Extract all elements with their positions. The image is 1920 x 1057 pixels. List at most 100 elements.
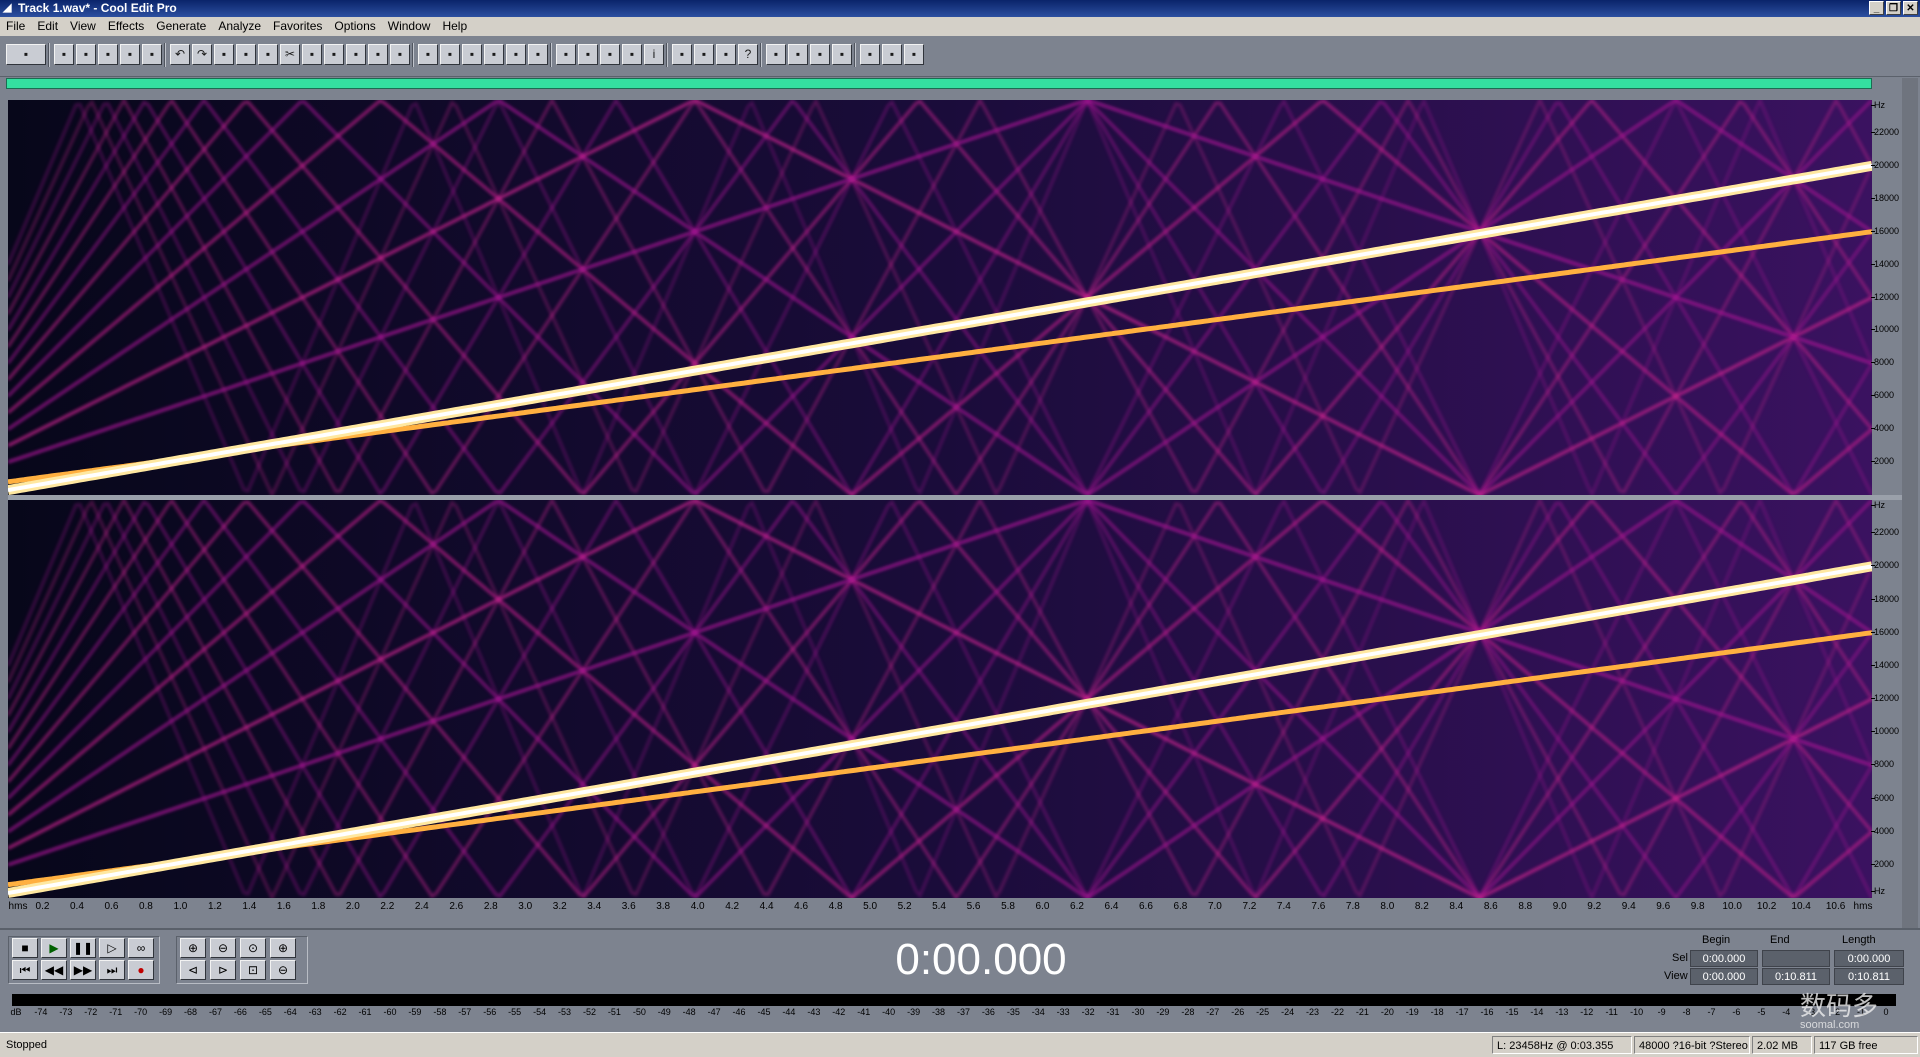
fast-forward-icon[interactable]: ▶▶ xyxy=(70,960,96,980)
paste-icon[interactable]: ▪ xyxy=(302,44,322,65)
time-tick-label: 9.8 xyxy=(1690,901,1705,912)
regions-icon[interactable]: ▪ xyxy=(788,44,808,65)
menu-file[interactable]: File xyxy=(0,17,31,36)
cut-icon[interactable]: ✂ xyxy=(280,44,300,65)
time-tick-label: 2.6 xyxy=(449,901,464,912)
paste-new-icon[interactable]: ▪ xyxy=(324,44,344,65)
meter-tick-label: -58 xyxy=(433,1007,447,1017)
menu-window[interactable]: Window xyxy=(382,17,437,36)
groups-icon[interactable]: ▪ xyxy=(810,44,830,65)
zoom-out-v-icon[interactable]: ⊖ xyxy=(270,960,296,980)
preferences-icon[interactable]: ▪ xyxy=(716,44,736,65)
menu-view[interactable]: View xyxy=(64,17,102,36)
dx-effects-icon[interactable]: ▪ xyxy=(694,44,714,65)
menu-favorites[interactable]: Favorites xyxy=(267,17,328,36)
batch-icon[interactable]: ▪ xyxy=(832,44,852,65)
restore-button[interactable]: ❐ xyxy=(1886,1,1901,15)
sel-length-field[interactable]: 0:00.000 xyxy=(1834,950,1904,967)
repeat-icon[interactable]: ▪ xyxy=(214,44,234,65)
zoom-left-icon[interactable]: ⊲ xyxy=(180,960,206,980)
zoom-full-icon[interactable]: ⊙ xyxy=(240,938,266,958)
menu-options[interactable]: Options xyxy=(328,17,381,36)
overview-bar[interactable] xyxy=(6,78,1872,89)
app-icon[interactable]: ◢ xyxy=(3,2,16,15)
zoom-out-h-icon[interactable]: ⊖ xyxy=(210,938,236,958)
display-both-icon[interactable]: ▪ xyxy=(528,44,548,65)
freq-tick-label: 12000 xyxy=(1870,291,1900,302)
meter-tick-label: -5 xyxy=(1757,1007,1766,1017)
hybrid-view-icon[interactable]: ▪ xyxy=(462,44,482,65)
go-start-icon[interactable]: ⏮ xyxy=(12,960,38,980)
save-icon[interactable]: ▪ xyxy=(98,44,118,65)
multitrack-view-icon[interactable]: ▪ xyxy=(6,44,46,65)
menu-effects[interactable]: Effects xyxy=(102,17,150,36)
spectral-view-left-channel[interactable] xyxy=(8,100,1872,495)
new-icon[interactable]: ▪ xyxy=(54,44,74,65)
sel-end-field[interactable] xyxy=(1762,950,1830,967)
play-icon[interactable]: ▶ xyxy=(41,938,67,958)
trim-icon[interactable]: ▪ xyxy=(390,44,410,65)
zoom-in-v-icon[interactable]: ⊕ xyxy=(270,938,296,958)
waveform-view-icon[interactable]: ▪ xyxy=(418,44,438,65)
meter-tick-label: -43 xyxy=(807,1007,821,1017)
save-all-icon[interactable]: ▪ xyxy=(120,44,140,65)
meter-tick-label: -17 xyxy=(1455,1007,1469,1017)
cue-list-icon[interactable]: ▪ xyxy=(600,44,620,65)
meter-tick-label: -57 xyxy=(458,1007,472,1017)
close-button[interactable]: ✕ xyxy=(1903,1,1918,15)
loop-icon[interactable]: ∞ xyxy=(128,938,154,958)
play-list-icon[interactable]: ▪ xyxy=(622,44,642,65)
spectral-view-icon[interactable]: ▪ xyxy=(440,44,460,65)
meter-tick-label: -48 xyxy=(682,1007,696,1017)
display-left-icon[interactable]: ▪ xyxy=(484,44,504,65)
redo-icon[interactable]: ↷ xyxy=(192,44,212,65)
vertical-scrollbar[interactable] xyxy=(1902,78,1918,928)
zoom-sel-icon[interactable]: ⊡ xyxy=(240,960,266,980)
zoom-in-h-icon[interactable]: ⊕ xyxy=(180,938,206,958)
meter-tick-label: -45 xyxy=(757,1007,771,1017)
sel-begin-field[interactable]: 0:00.000 xyxy=(1690,950,1758,967)
menu-analyze[interactable]: Analyze xyxy=(212,17,267,36)
mix-paste-icon[interactable]: ▪ xyxy=(346,44,366,65)
frequency-analysis-icon[interactable]: ▪ xyxy=(672,44,692,65)
zoom-right-icon[interactable]: ⊳ xyxy=(210,960,236,980)
time-ruler[interactable]: hms hms 0.2 0.4 0.6 0.8 1.0 1.2 1.4 1.6 1.8 2.0 2.… xyxy=(8,898,1872,916)
pause-icon[interactable]: ❚❚ xyxy=(70,938,96,958)
meter-tick-label: -49 xyxy=(657,1007,671,1017)
menu-generate[interactable]: Generate xyxy=(150,17,212,36)
view-end-field[interactable]: 0:10.811 xyxy=(1762,968,1830,985)
view-length-field[interactable]: 0:10.811 xyxy=(1834,968,1904,985)
rewind-icon[interactable]: ◀◀ xyxy=(41,960,67,980)
info-icon[interactable]: i xyxy=(644,44,664,65)
view-begin-field[interactable]: 0:00.000 xyxy=(1690,968,1758,985)
freq-tick-label: 22000 xyxy=(1870,126,1900,137)
display-right-icon[interactable]: ▪ xyxy=(506,44,526,65)
menu-edit[interactable]: Edit xyxy=(31,17,64,36)
spectral-view-right-channel[interactable] xyxy=(8,500,1872,898)
go-end-icon[interactable]: ⏭ xyxy=(99,960,125,980)
minimize-button[interactable]: _ xyxy=(1869,1,1884,15)
open-icon[interactable]: ▪ xyxy=(76,44,96,65)
transport-panel: 0:00.000 Begin End Length Sel View 0:00.… xyxy=(0,928,1920,986)
scripts-icon[interactable]: ▪ xyxy=(860,44,880,65)
stop-icon[interactable]: ■ xyxy=(12,938,38,958)
meter-tick-label: -33 xyxy=(1056,1007,1070,1017)
record-icon[interactable]: ● xyxy=(128,960,154,980)
crop-icon[interactable]: ▪ xyxy=(368,44,388,65)
meter-tick-label: -40 xyxy=(882,1007,896,1017)
help-icon[interactable]: ? xyxy=(738,44,758,65)
zoom-fit-icon[interactable]: ▪ xyxy=(904,44,924,65)
select-all-icon[interactable]: ▪ xyxy=(236,44,256,65)
normalize-icon[interactable]: ▪ xyxy=(882,44,902,65)
freq-tick-label: 14000 xyxy=(1870,659,1900,670)
snap-icon[interactable]: ▪ xyxy=(556,44,576,65)
freq-tick-label: 8000 xyxy=(1870,357,1895,368)
undo-icon[interactable]: ↶ xyxy=(170,44,190,65)
marker-icon[interactable]: ▪ xyxy=(766,44,786,65)
play-to-end-icon[interactable]: ▷ xyxy=(99,938,125,958)
menu-help[interactable]: Help xyxy=(436,17,473,36)
copy-icon[interactable]: ▪ xyxy=(258,44,278,65)
close-file-icon[interactable]: ▪ xyxy=(142,44,162,65)
meter-tick-label: -4 xyxy=(1782,1007,1791,1017)
time-display-icon[interactable]: ▪ xyxy=(578,44,598,65)
